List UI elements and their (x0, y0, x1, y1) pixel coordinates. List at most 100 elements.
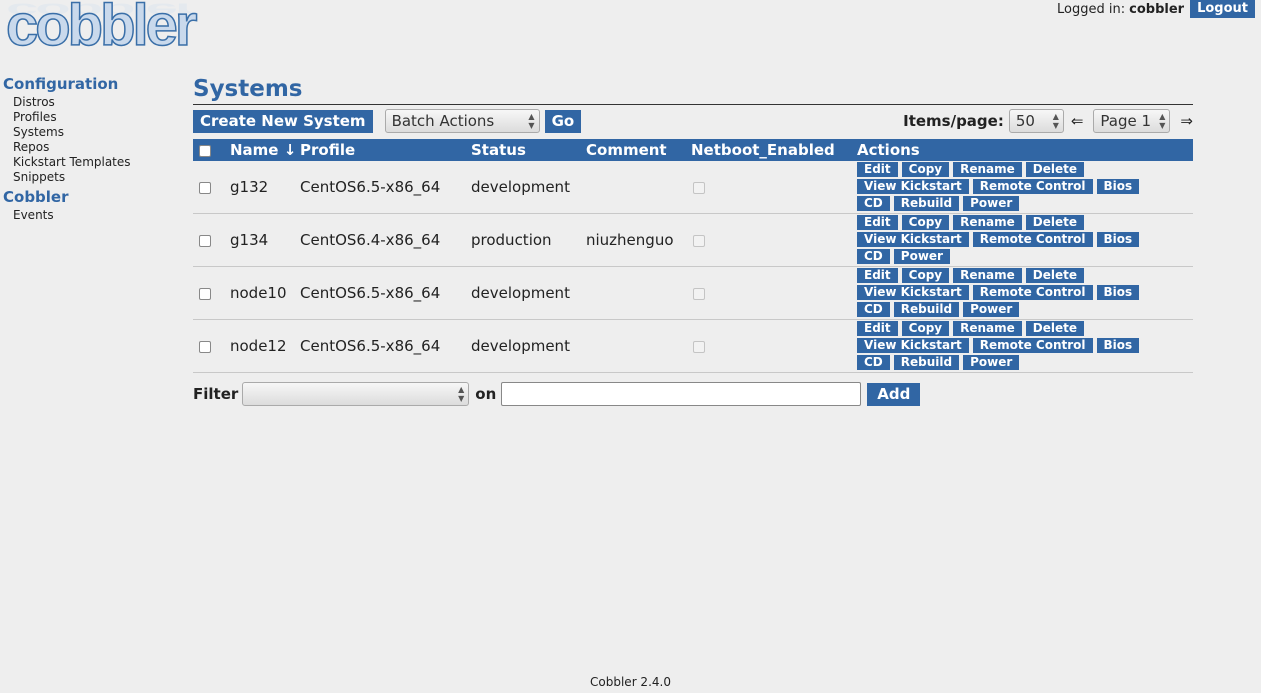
action-copy-button[interactable]: Copy (901, 321, 950, 336)
action-power-button[interactable]: Power (963, 196, 1020, 211)
action-edit-button[interactable]: Edit (857, 321, 898, 336)
column-actions: Actions (857, 141, 920, 159)
row-checkbox[interactable] (199, 287, 211, 300)
select-arrows-icon: ▲ ▼ (528, 112, 535, 130)
column-comment: Comment (586, 141, 667, 159)
select-arrows-icon: ▲ ▼ (1052, 112, 1059, 130)
action-rebuild-button[interactable]: Rebuild (893, 355, 960, 370)
netboot-enabled-checkbox (693, 287, 705, 300)
on-label: on (475, 385, 497, 403)
cell-comment: niuzhenguo (586, 213, 691, 267)
action-rename-button[interactable]: Rename (953, 215, 1022, 230)
next-page-arrow-icon[interactable]: ⇒ (1180, 112, 1193, 130)
action-cd-button[interactable]: CD (857, 249, 890, 264)
cobbler-menu: Events (13, 208, 183, 223)
go-button[interactable]: Go (544, 109, 582, 133)
row-checkbox[interactable] (199, 340, 211, 353)
footer-version: Cobbler 2.4.0 (590, 675, 671, 689)
cell-name: node10 (230, 266, 300, 320)
sidebar-item-kickstart-templates[interactable]: Kickstart Templates (13, 155, 183, 170)
action-copy-button[interactable]: Copy (901, 162, 950, 177)
cell-comment (586, 266, 691, 320)
sidebar-item-snippets[interactable]: Snippets (13, 170, 183, 185)
action-power-button[interactable]: Power (963, 355, 1020, 370)
action-rebuild-button[interactable]: Rebuild (893, 196, 960, 211)
action-cd-button[interactable]: CD (857, 355, 890, 370)
page-select[interactable]: Page 1 ▲ ▼ (1093, 109, 1171, 133)
action-bios-button[interactable]: Bios (1096, 179, 1140, 194)
batch-actions-select[interactable]: Batch Actions ▲ ▼ (384, 109, 540, 133)
action-rebuild-button[interactable]: Rebuild (893, 302, 960, 317)
action-bios-button[interactable]: Bios (1096, 232, 1140, 247)
logged-in-label: Logged in: (1057, 1, 1126, 17)
action-bios-button[interactable]: Bios (1096, 338, 1140, 353)
action-view-kickstart-button[interactable]: View Kickstart (857, 179, 969, 194)
action-copy-button[interactable]: Copy (901, 268, 950, 283)
filter-field-select[interactable]: ▲ ▼ (242, 382, 470, 406)
action-remote-control-button[interactable]: Remote Control (972, 285, 1093, 300)
cell-profile: CentOS6.5-x86_64 (300, 266, 471, 320)
sidebar-item-systems[interactable]: Systems (13, 125, 183, 140)
filter-text-input[interactable] (501, 382, 862, 406)
items-per-page-select[interactable]: 50 ▲ ▼ (1008, 109, 1064, 133)
action-delete-button[interactable]: Delete (1025, 268, 1085, 283)
cell-name: g134 (230, 213, 300, 267)
action-edit-button[interactable]: Edit (857, 268, 898, 283)
action-cd-button[interactable]: CD (857, 302, 890, 317)
cell-status: development (471, 161, 586, 214)
cell-name: node12 (230, 319, 300, 373)
action-bios-button[interactable]: Bios (1096, 285, 1140, 300)
action-remote-control-button[interactable]: Remote Control (972, 179, 1093, 194)
create-new-system-button[interactable]: Create New System (193, 109, 373, 133)
filter-row: Filter ▲ ▼ on Add (193, 382, 1193, 406)
select-all-checkbox[interactable] (199, 144, 211, 157)
sidebar-item-events[interactable]: Events (13, 208, 183, 223)
logout-button[interactable]: Logout (1190, 0, 1255, 18)
row-actions: Edit Copy Rename Delete View Kickstart Remote… (857, 267, 1177, 319)
action-cd-button[interactable]: CD (857, 196, 890, 211)
config-menu: Distros Profiles Systems Repos Kickstart… (13, 95, 183, 185)
select-arrows-icon: ▲ ▼ (1159, 112, 1166, 130)
action-delete-button[interactable]: Delete (1025, 321, 1085, 336)
page-select-value: Page 1 (1100, 112, 1152, 130)
cell-status: development (471, 319, 586, 373)
sidebar-section-configuration: Configuration (3, 75, 119, 93)
action-power-button[interactable]: Power (963, 302, 1020, 317)
column-netboot-enabled: Netboot_Enabled (691, 141, 835, 159)
action-edit-button[interactable]: Edit (857, 215, 898, 230)
sidebar-item-distros[interactable]: Distros (13, 95, 183, 110)
items-per-page-value: 50 (1015, 112, 1035, 130)
action-rename-button[interactable]: Rename (953, 268, 1022, 283)
sidebar: Configuration Distros Profiles Systems R… (3, 74, 183, 225)
action-remote-control-button[interactable]: Remote Control (972, 232, 1093, 247)
column-status: Status (471, 141, 526, 159)
action-view-kickstart-button[interactable]: View Kickstart (857, 338, 969, 353)
action-copy-button[interactable]: Copy (901, 215, 950, 230)
table-row: node10 CentOS6.5-x86_64 development Edit Cop… (193, 266, 1193, 320)
column-name[interactable]: Name ↓ (230, 139, 300, 161)
toolbar: Create New System Batch Actions ▲ ▼ Go It… (193, 107, 1193, 135)
add-filter-button[interactable]: Add (867, 382, 921, 406)
netboot-enabled-checkbox (693, 181, 705, 194)
sidebar-item-repos[interactable]: Repos (13, 140, 183, 155)
row-checkbox[interactable] (199, 181, 211, 194)
prev-page-arrow-icon[interactable]: ⇐ (1071, 112, 1084, 130)
action-remote-control-button[interactable]: Remote Control (972, 338, 1093, 353)
action-rename-button[interactable]: Rename (953, 162, 1022, 177)
action-edit-button[interactable]: Edit (857, 162, 898, 177)
systems-table: Name ↓ Profile Status Comment Netboot_En… (193, 139, 1193, 373)
action-power-button[interactable]: Power (893, 249, 950, 264)
sidebar-item-profiles[interactable]: Profiles (13, 110, 183, 125)
cell-comment (586, 319, 691, 373)
cell-comment (586, 161, 691, 214)
table-row: node12 CentOS6.5-x86_64 development Edit Cop… (193, 319, 1193, 373)
action-view-kickstart-button[interactable]: View Kickstart (857, 285, 969, 300)
action-view-kickstart-button[interactable]: View Kickstart (857, 232, 969, 247)
action-delete-button[interactable]: Delete (1025, 215, 1085, 230)
cell-status: development (471, 266, 586, 320)
row-checkbox[interactable] (199, 234, 211, 247)
action-delete-button[interactable]: Delete (1025, 162, 1085, 177)
page-title: Systems (193, 74, 1193, 105)
select-arrows-icon: ▲ ▼ (458, 385, 465, 403)
action-rename-button[interactable]: Rename (953, 321, 1022, 336)
